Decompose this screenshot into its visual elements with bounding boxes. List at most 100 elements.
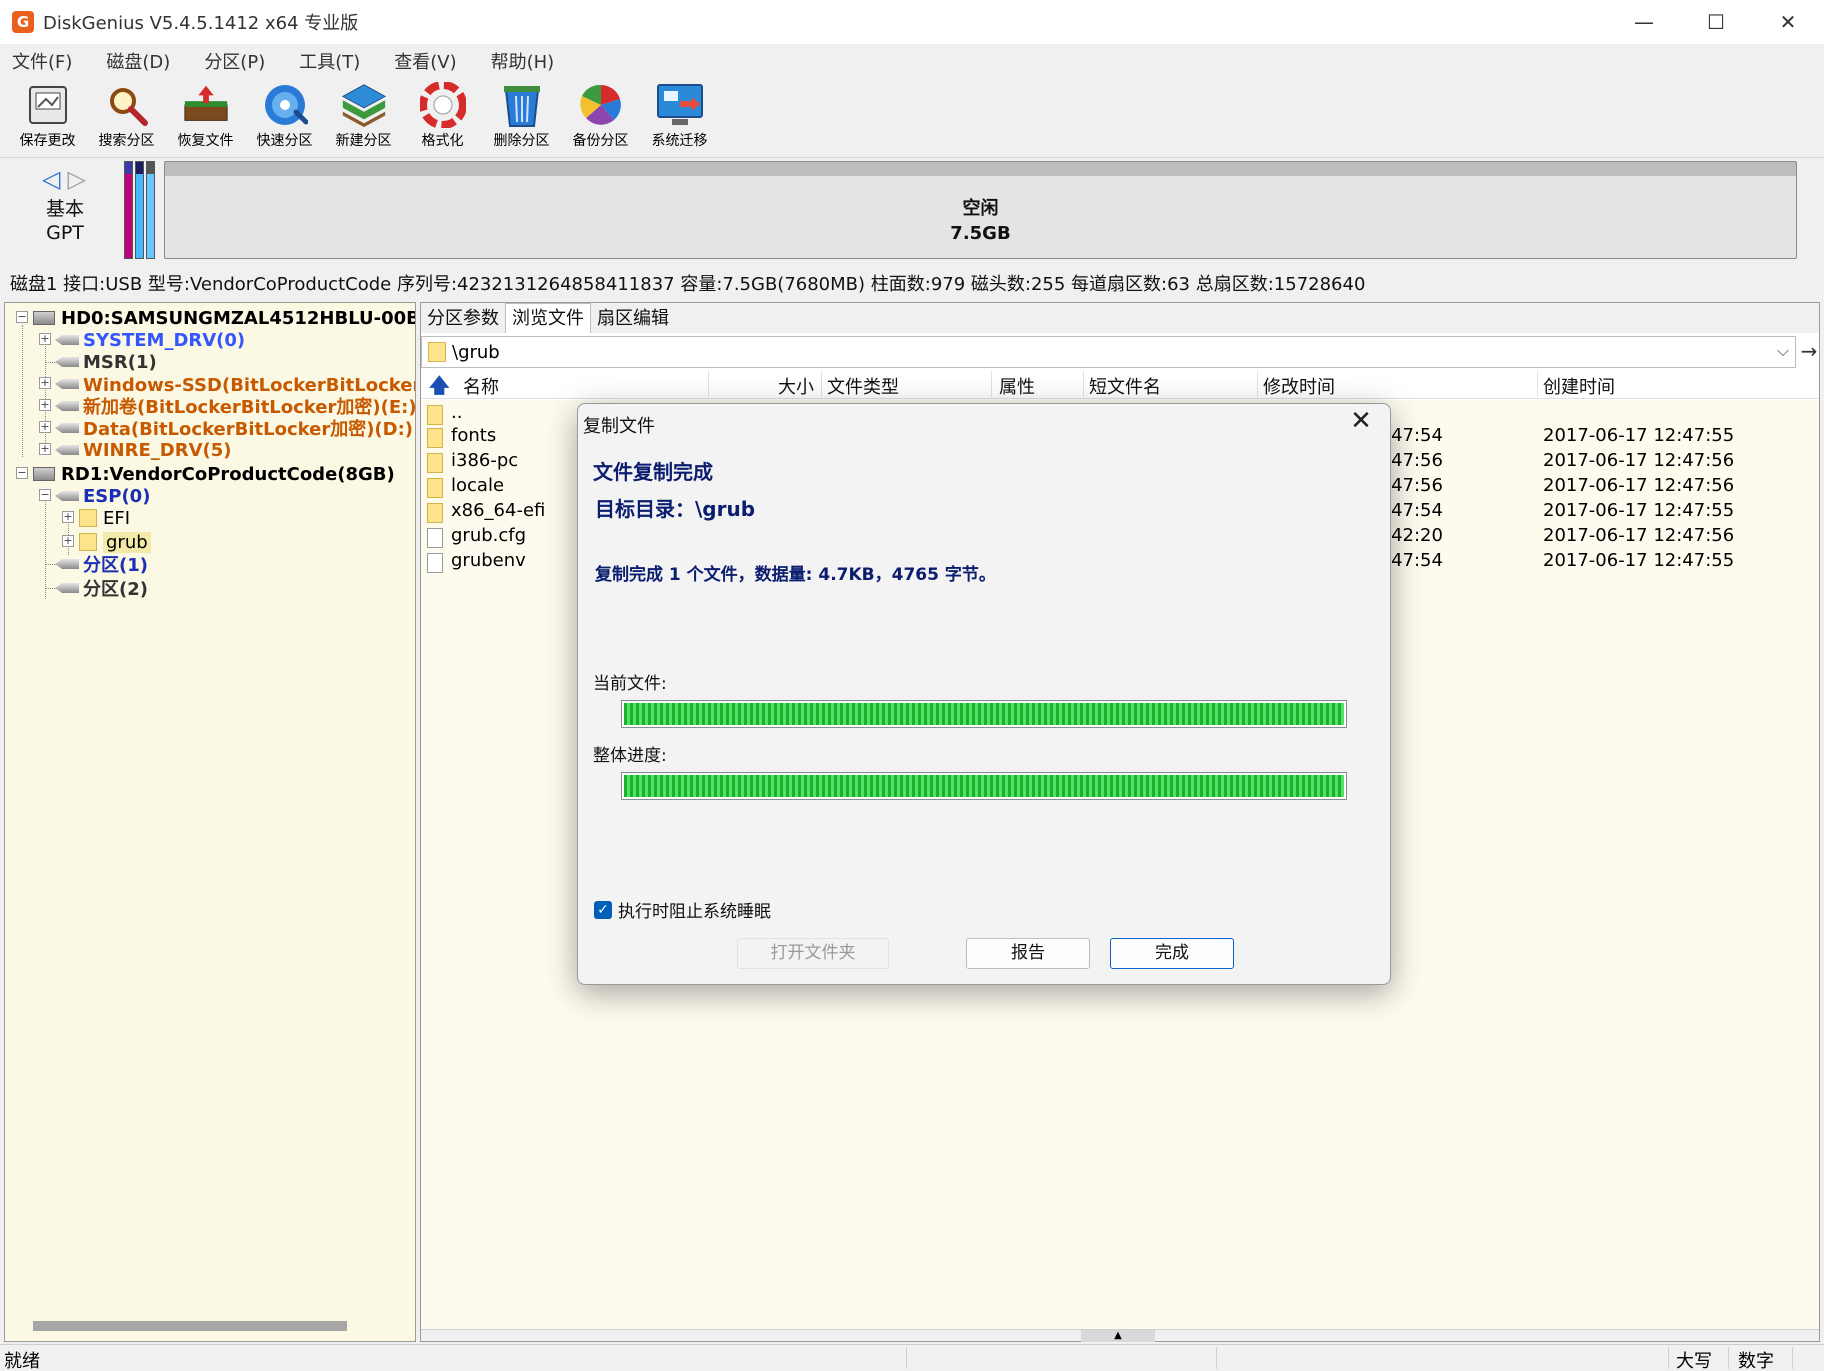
format-label: 格式化 [421,133,464,149]
open-folder-button[interactable]: 打开文件夹 [737,938,889,969]
splitter-handle-icon[interactable]: ▲ [1081,1330,1155,1342]
recover-icon [182,82,230,128]
disk-type-basic: 基本 [45,198,84,220]
expand-winre-icon[interactable]: + [39,443,51,455]
file-created: 2017-06-17 12:47:55 [1543,425,1735,446]
prev-disk-icon[interactable]: ◁ [42,165,60,193]
folder-icon [428,342,446,362]
quick-partition-button[interactable]: 快速分区 [245,78,324,154]
title-bar: G DiskGenius V5.4.5.1412 x64 专业版 — ☐ ✕ [0,0,1824,44]
search-partition-button[interactable]: 搜索分区 [87,78,166,154]
format-button[interactable]: 格式化 [403,78,482,154]
col-short-name[interactable]: 短文件名 [1089,373,1161,399]
system-migration-button[interactable]: 系统迁移 [640,78,719,154]
tree-label-esp: ESP(0) [83,485,151,507]
caps-lock-indicator: 大写 [1676,1351,1712,1371]
backup-partition-button[interactable]: 备份分区 [561,78,640,154]
free-space-block[interactable]: 空闲 7.5GB [164,161,1797,259]
menu-file[interactable]: 文件(F) [6,46,78,76]
new-partition-label: 新建分区 [335,133,392,149]
menu-view[interactable]: 查看(V) [388,46,462,76]
dialog-title: 复制文件 [583,416,655,437]
expand-hd0-icon[interactable]: − [16,311,28,323]
disk-type-gpt: GPT [46,222,84,244]
backup-partition-label: 备份分区 [572,133,629,149]
checkbox-checked-icon[interactable]: ✓ [594,900,612,919]
expand-efi-icon[interactable]: + [62,511,74,523]
prevent-sleep-option[interactable]: ✓ 执行时阻止系统睡眠 [594,897,771,922]
close-icon[interactable]: ✕ [1344,406,1378,436]
done-button[interactable]: 完成 [1110,938,1234,969]
num-lock-indicator: 数字 [1738,1351,1774,1371]
minimize-button[interactable]: — [1608,0,1680,44]
tab-partition-params[interactable]: 分区参数 [421,304,505,333]
window-title: DiskGenius V5.4.5.1412 x64 专业版 [43,13,359,34]
col-name[interactable]: 名称 [463,373,499,399]
menu-disk[interactable]: 磁盘(D) [100,46,176,76]
save-changes-button[interactable]: 保存更改 [8,78,87,154]
folder-icon [79,509,97,527]
quick-partition-label: 快速分区 [256,133,313,149]
tree-label-system-drv: SYSTEM_DRV(0) [83,329,246,351]
path-bar[interactable]: \grub ⌵ [421,336,1796,368]
tree-label-grub: grub [103,531,151,553]
partition-strips [124,161,155,259]
col-size[interactable]: 大小 [778,373,814,399]
col-created[interactable]: 创建时间 [1543,373,1615,399]
file-name: fonts [451,425,497,446]
tree-label-rd1: RD1:VendorCoProductCode(8GB) [61,463,395,485]
recover-files-label: 恢复文件 [177,133,234,149]
close-window-button[interactable]: ✕ [1752,0,1824,44]
file-modified: :47:54 [1385,500,1443,521]
tree-item-part2[interactable]: 分区(2) [55,575,148,601]
expand-new-volume-icon[interactable]: + [39,399,51,411]
delete-partition-button[interactable]: 删除分区 [482,78,561,154]
file-icon [427,553,443,573]
partition-strip-esp[interactable] [124,161,133,259]
current-file-label: 当前文件: [593,674,667,694]
expand-data-volume-icon[interactable]: + [39,421,51,433]
chevron-down-icon[interactable]: ⌵ [1777,341,1789,361]
recover-files-button[interactable]: 恢复文件 [166,78,245,154]
partition-icon [55,335,79,345]
target-directory: 目标目录：\grub [595,497,756,521]
expand-rd1-icon[interactable]: − [16,467,28,479]
expand-system-drv-icon[interactable]: + [39,333,51,345]
maximize-button[interactable]: ☐ [1680,0,1752,44]
partition-strip-2[interactable] [146,161,155,259]
col-modified[interactable]: 修改时间 [1263,373,1335,399]
tree-item-winre[interactable]: WINRE_DRV(5) [55,437,231,463]
search-partition-label: 搜索分区 [98,133,155,149]
partition-strip-1[interactable] [135,161,144,259]
new-partition-icon [340,82,388,128]
go-arrow-icon[interactable]: → [1798,336,1820,368]
file-modified: :47:54 [1385,425,1443,446]
col-type[interactable]: 文件类型 [827,373,899,399]
system-migration-label: 系统迁移 [651,133,708,149]
next-disk-icon[interactable]: ▷ [68,165,86,193]
current-progress-fill [624,703,1344,725]
tab-sector-editor[interactable]: 扇区编辑 [591,304,675,333]
tree-item-efi[interactable]: EFI [79,505,130,531]
expand-grub-icon[interactable]: + [62,535,74,547]
partition-icon [55,423,79,433]
expand-windows-ssd-icon[interactable]: + [39,377,51,389]
tree-item-part1[interactable]: 分区(1) [55,551,148,577]
tree-label-part1: 分区(1) [83,555,148,576]
disk-map: ◁ ▷ 基本 GPT 空闲 7.5GB [0,159,1824,263]
expand-esp-icon[interactable]: − [39,489,51,501]
col-attributes[interactable]: 属性 [999,373,1035,399]
file-created: 2017-06-17 12:47:55 [1543,550,1735,571]
tree-label-msr: MSR(1) [83,351,157,373]
file-icon [427,528,443,548]
tree-horizontal-scrollbar[interactable] [33,1321,347,1331]
menu-help[interactable]: 帮助(H) [485,46,561,76]
menu-partition[interactable]: 分区(P) [198,46,271,76]
delete-icon [498,82,546,128]
disk-partition-style: 基本 GPT [30,197,100,245]
new-partition-button[interactable]: 新建分区 [324,78,403,154]
report-button[interactable]: 报告 [966,938,1090,969]
status-text: 就绪 [4,1351,40,1371]
tab-browse-files[interactable]: 浏览文件 [505,303,591,333]
menu-tools[interactable]: 工具(T) [293,46,366,76]
